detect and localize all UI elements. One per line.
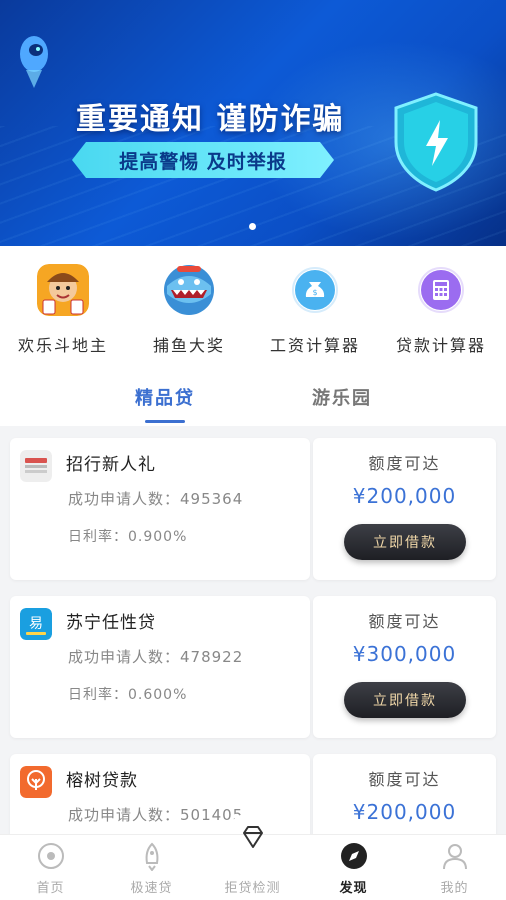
calculator-icon [418,267,464,313]
nav-label: 首页 [36,881,65,896]
user-icon [443,844,467,870]
nav-profile[interactable]: 我的 [404,835,505,900]
borrow-now-button[interactable]: 立即借款 [344,682,466,718]
banner-subtitle: 提高警惕 及时举报 [72,142,334,178]
borrow-now-button[interactable]: 立即借款 [344,524,466,560]
nav-label: 发现 [339,881,368,896]
quick-link-salary-calculator[interactable]: $ 工资计算器 [252,246,378,370]
loan-rate: 日利率：0.900% [68,529,188,545]
nav-label: 拒贷检测 [224,881,281,896]
nav-express-loan[interactable]: 极速贷 [101,835,202,900]
category-tabs: 精品贷 游乐园 [0,370,506,426]
loan-card[interactable]: 招行新人礼 成功申请人数：495364 日利率：0.900% 额度可达 ¥200… [10,438,496,580]
nav-label: 极速贷 [130,881,173,896]
loan-name: 招行新人礼 [66,455,156,475]
banner-title: 重要通知 谨防诈骗 [76,102,345,137]
quick-link-fishing[interactable]: 捕鱼大奖 [126,246,252,370]
limit-label: 额度可达 [368,770,441,789]
nav-home[interactable]: 首页 [0,835,101,900]
loan-info: 招行新人礼 成功申请人数：495364 日利率：0.900% [10,438,310,580]
banyan-tree-logo-icon [20,766,52,798]
nav-rejection-check[interactable]: 拒贷检测 [202,826,303,900]
quick-link-label: 欢乐斗地主 [17,336,108,355]
limit-label: 额度可达 [368,454,441,473]
limit-amount: ¥200,000 [352,484,457,508]
home-icon [38,843,64,869]
rocket-mascot-icon [20,36,48,88]
loan-limit: 额度可达 ¥200,000 立即借款 [313,438,496,580]
compass-icon [341,843,367,869]
limit-amount: ¥300,000 [352,642,457,666]
tab-playground[interactable]: 游乐园 [312,384,372,410]
poker-game-icon [37,264,89,316]
diamond-icon [243,826,263,848]
svg-text:易: 易 [29,616,43,632]
money-bag-icon: $ [292,267,338,313]
suning-logo-icon: 易 [20,608,52,640]
limit-label: 额度可达 [368,612,441,631]
quick-link-label: 捕鱼大奖 [152,336,225,355]
loan-name: 苏宁任性贷 [66,613,156,633]
shark-game-icon [164,265,214,315]
quick-link-label: 贷款计算器 [395,336,486,355]
loan-limit: 额度可达 ¥300,000 立即借款 [313,596,496,738]
active-tab-indicator [145,420,185,423]
quick-link-doudizhu[interactable]: 欢乐斗地主 [0,246,126,370]
loan-info: 易 苏宁任性贷 成功申请人数：478922 日利率：0.600% [10,596,310,738]
loan-card[interactable]: 易 苏宁任性贷 成功申请人数：478922 日利率：0.600% 额度可达 ¥3… [10,596,496,738]
tab-premium-loans[interactable]: 精品贷 [135,384,195,410]
quick-link-label: 工资计算器 [269,336,360,355]
quick-links: 欢乐斗地主 捕鱼大奖 $ 工资计算器 贷款计算器 [0,246,506,370]
quick-link-loan-calculator[interactable]: 贷款计算器 [378,246,504,370]
carousel-dot[interactable] [249,223,256,230]
nav-label: 我的 [440,881,469,896]
loan-applicants: 成功申请人数：501405 [68,806,244,824]
rocket-icon [145,842,159,871]
shield-icon [394,92,478,192]
loan-rate: 日利率：0.600% [68,687,188,703]
svg-text:$: $ [312,288,317,297]
loan-applicants: 成功申请人数：495364 [68,490,244,508]
limit-amount: ¥200,000 [352,800,457,824]
loan-name: 榕树贷款 [66,771,138,791]
nav-discover[interactable]: 发现 [303,835,404,900]
loan-applicants: 成功申请人数：478922 [68,648,244,666]
cmb-logo-icon [20,450,52,482]
promo-banner[interactable]: 重要通知 谨防诈骗 提高警惕 及时举报 [0,0,506,246]
bottom-nav: 首页 极速贷 拒贷检测 发现 我的 [0,826,506,900]
